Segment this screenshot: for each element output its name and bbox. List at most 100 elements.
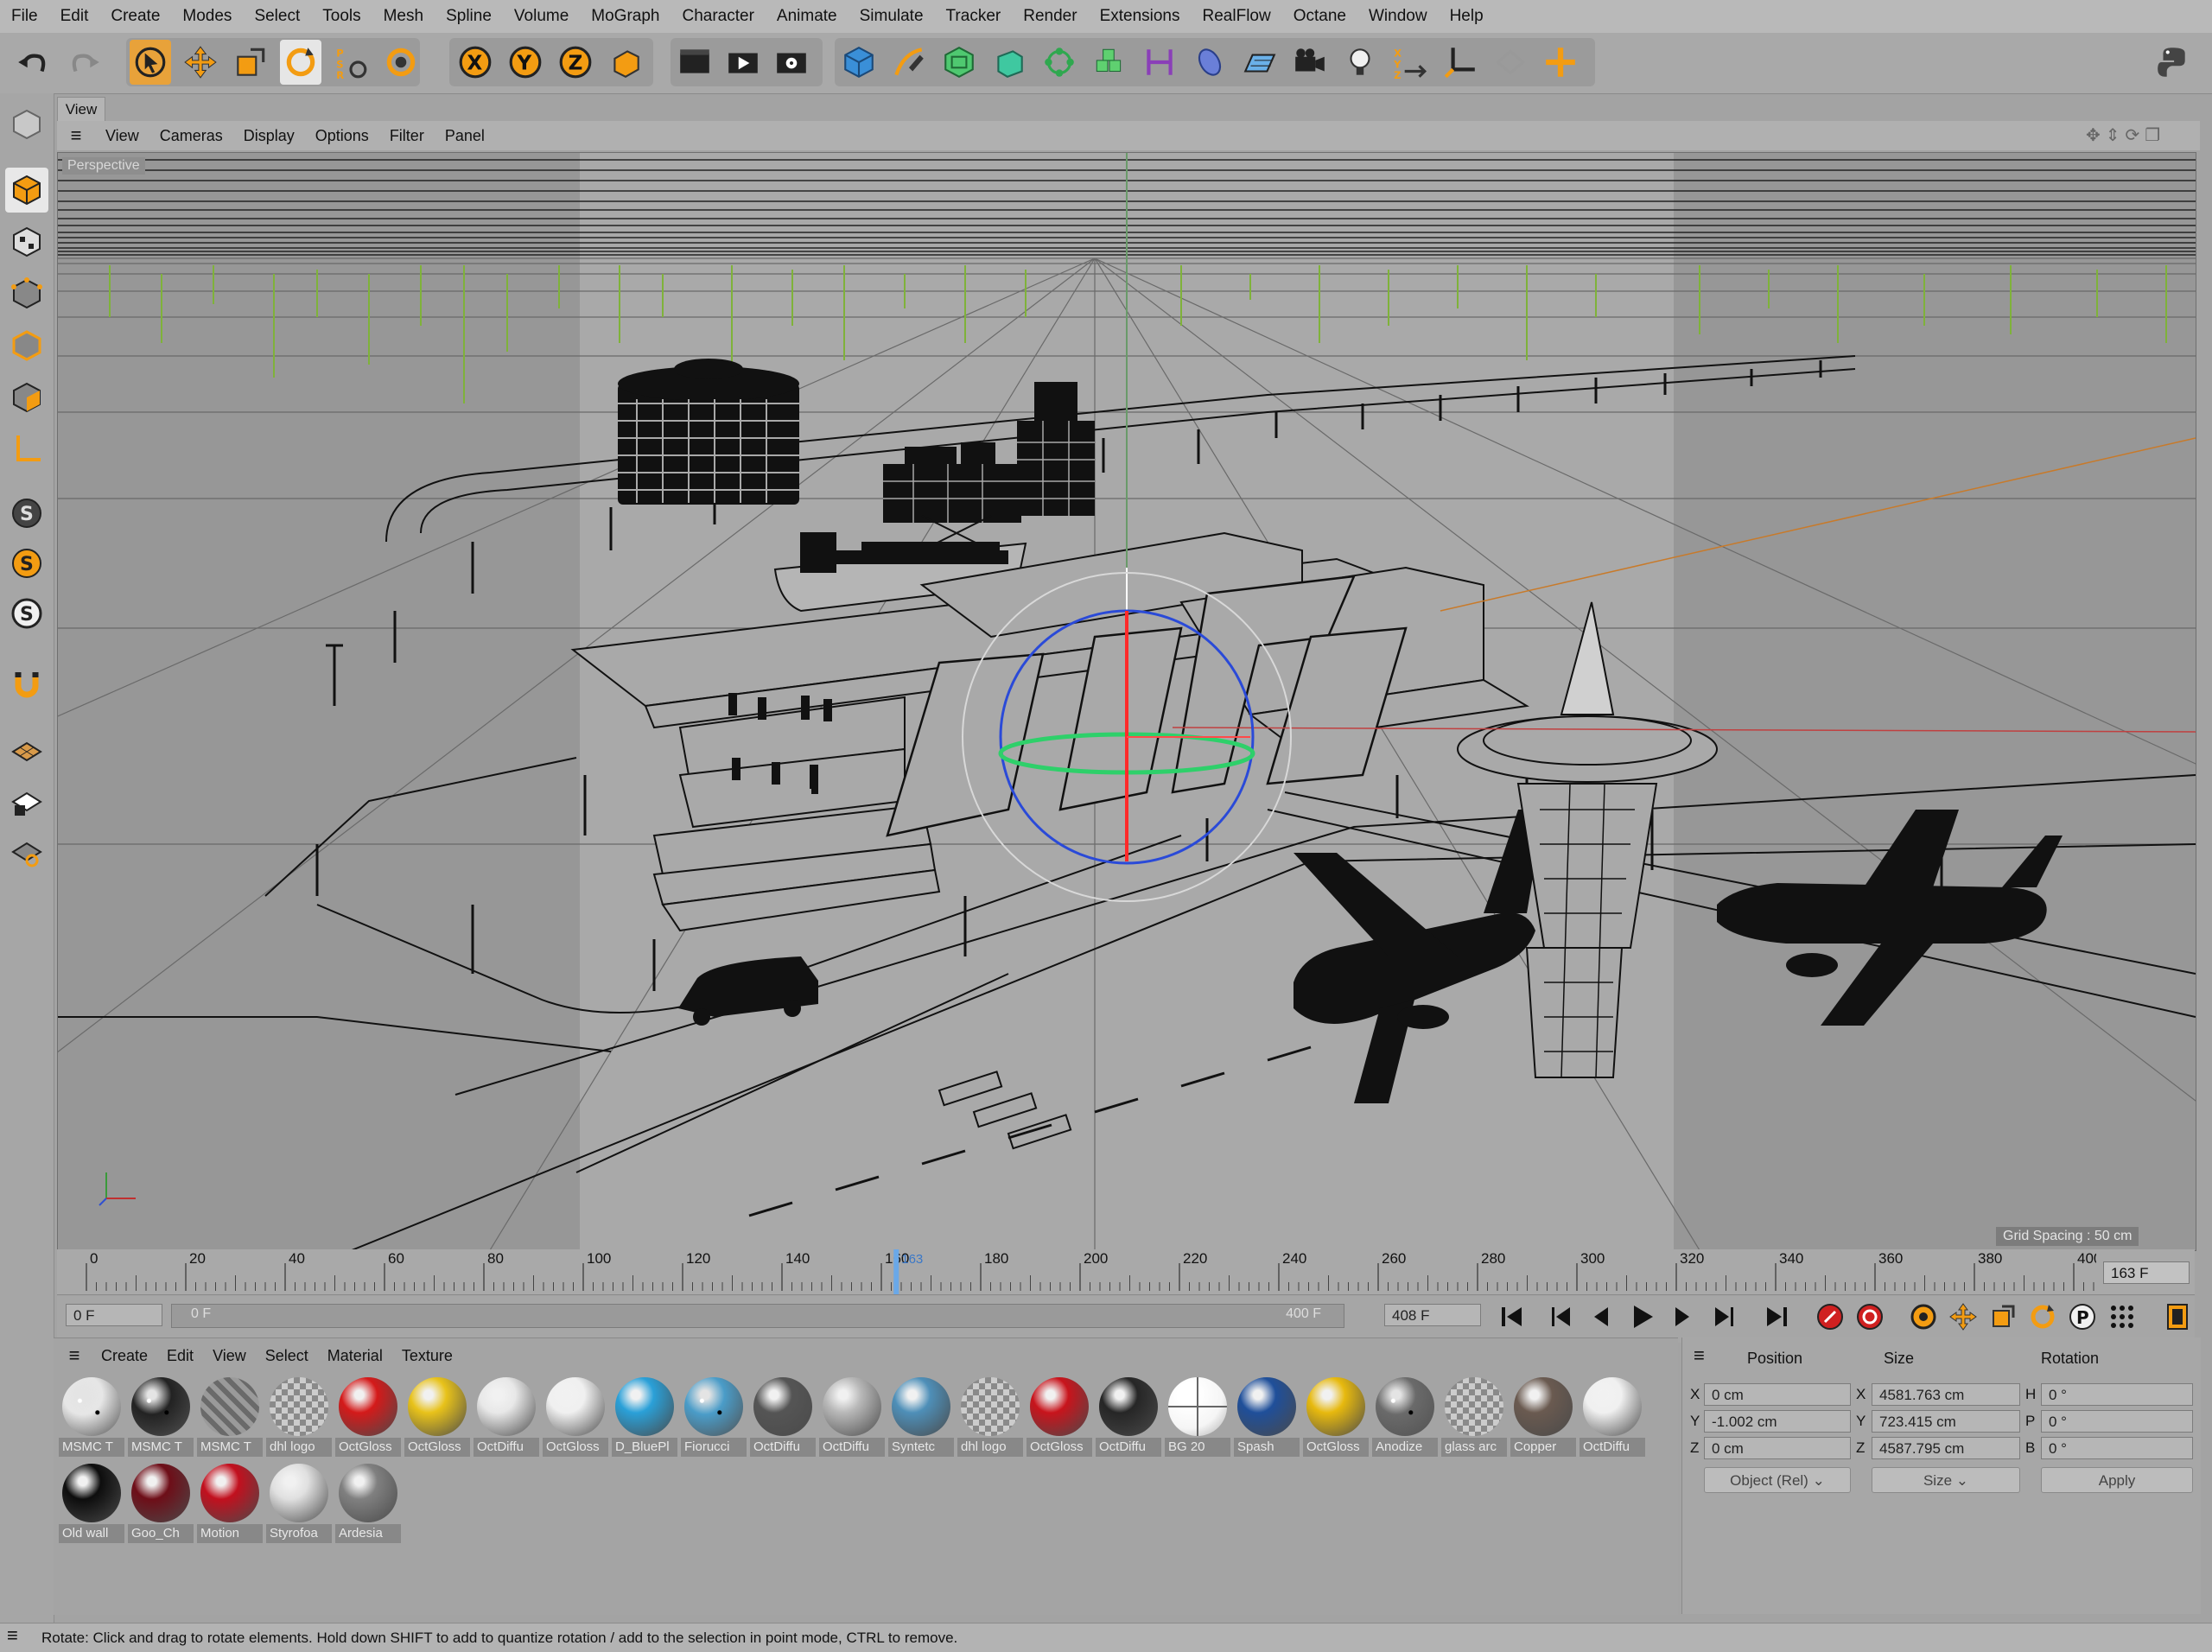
size-mode-dropdown[interactable]: Size ⌄ — [1872, 1467, 2020, 1493]
snapping-icon[interactable] — [1490, 40, 1531, 85]
view-menu-options[interactable]: Options — [305, 127, 379, 145]
material-swatch[interactable]: MSMC T — [128, 1376, 194, 1458]
solo-single-icon[interactable]: S — [5, 541, 48, 586]
add-object-icon[interactable] — [1540, 40, 1581, 85]
rotation-b-field[interactable]: 0 ° — [2041, 1437, 2193, 1459]
solo-hierarchy-icon[interactable]: S — [5, 591, 48, 636]
material-menu-create[interactable]: Create — [92, 1347, 157, 1365]
psr-tool-icon[interactable]: PSR — [330, 40, 372, 85]
scale-key-icon[interactable] — [1986, 1299, 2020, 1334]
material-menu-select[interactable]: Select — [256, 1347, 318, 1365]
menu-file[interactable]: File — [0, 7, 49, 26]
menu-character[interactable]: Character — [671, 7, 765, 26]
workplane-floor-icon[interactable] — [5, 729, 48, 774]
material-swatch[interactable]: OctDiffu — [1580, 1376, 1645, 1458]
start-frame-field[interactable]: 0 F — [66, 1304, 162, 1326]
material-swatch[interactable]: Styrofoa — [266, 1462, 332, 1545]
undo-button[interactable] — [12, 40, 54, 85]
orbit-view-icon[interactable]: ⟳ — [2126, 124, 2140, 147]
menu-modes[interactable]: Modes — [171, 7, 243, 26]
material-swatch[interactable]: Motion — [197, 1462, 263, 1545]
python-icon[interactable] — [2152, 40, 2193, 85]
hamburger-menu-icon[interactable]: ≡ — [57, 1344, 92, 1367]
previous-frame-icon[interactable] — [1585, 1299, 1619, 1334]
maximize-view-icon[interactable]: ❐ — [2145, 124, 2160, 147]
menu-select[interactable]: Select — [243, 7, 311, 26]
hamburger-menu-icon[interactable]: ≡ — [7, 1624, 18, 1647]
autokeying-icon[interactable] — [1853, 1299, 1887, 1334]
material-swatch[interactable]: OctGloss — [335, 1376, 401, 1458]
xyz-coordinates-icon[interactable]: XYZ — [1389, 40, 1431, 85]
material-swatch[interactable]: dhl logo — [266, 1376, 332, 1458]
solo-off-icon[interactable]: S — [5, 491, 48, 536]
go-to-start-icon[interactable] — [1495, 1299, 1529, 1334]
menu-realflow[interactable]: RealFlow — [1192, 7, 1282, 26]
menu-help[interactable]: Help — [1439, 7, 1495, 26]
y-axis-lock-icon[interactable]: Y — [505, 40, 546, 85]
selection-tool-icon[interactable] — [130, 40, 171, 85]
locked-workplane-icon[interactable] — [5, 779, 48, 824]
keyframe-selection-icon[interactable] — [1906, 1299, 1941, 1334]
rotation-h-field[interactable]: 0 ° — [2041, 1383, 2193, 1406]
go-to-end-icon[interactable] — [1759, 1299, 1794, 1334]
render-to-picture-viewer-icon[interactable] — [722, 40, 764, 85]
recent-tool-icon[interactable] — [380, 40, 422, 85]
deformer-icon[interactable] — [1089, 40, 1130, 85]
menu-create[interactable]: Create — [99, 7, 171, 26]
material-swatch[interactable]: Fiorucci — [681, 1376, 747, 1458]
menu-animate[interactable]: Animate — [766, 7, 849, 26]
camera-object-icon[interactable] — [1289, 40, 1331, 85]
playhead[interactable] — [893, 1249, 899, 1294]
rotation-p-field[interactable]: 0 ° — [2041, 1410, 2193, 1433]
x-axis-lock-icon[interactable]: X — [454, 40, 496, 85]
hamburger-menu-icon[interactable]: ≡ — [1694, 1344, 1705, 1367]
material-menu-texture[interactable]: Texture — [392, 1347, 462, 1365]
light-object-icon[interactable] — [1339, 40, 1381, 85]
view-menu-filter[interactable]: Filter — [379, 127, 435, 145]
material-swatch[interactable]: Goo_Ch — [128, 1462, 194, 1545]
menu-edit[interactable]: Edit — [49, 7, 100, 26]
menu-octane[interactable]: Octane — [1282, 7, 1357, 26]
timeline-ruler[interactable]: 0204060801001201401601802002202402602803… — [57, 1249, 2195, 1295]
view-menu-display[interactable]: Display — [233, 127, 305, 145]
menu-spline[interactable]: Spline — [435, 7, 503, 26]
next-frame-icon[interactable] — [1664, 1299, 1699, 1334]
apply-button[interactable]: Apply — [2041, 1467, 2193, 1493]
menu-simulate[interactable]: Simulate — [849, 7, 935, 26]
material-swatch[interactable]: OctGloss — [543, 1376, 608, 1458]
menu-mograph[interactable]: MoGraph — [580, 7, 671, 26]
coordinate-mode-dropdown[interactable]: Object (Rel) ⌄ — [1704, 1467, 1851, 1493]
material-swatch[interactable]: OctDiffu — [750, 1376, 816, 1458]
snap-magnet-icon[interactable] — [5, 660, 48, 705]
scale-tool-icon[interactable] — [230, 40, 271, 85]
material-swatch[interactable]: Ardesia — [335, 1462, 401, 1545]
material-swatch[interactable]: D_BluePl — [612, 1376, 677, 1458]
material-swatch[interactable]: Syntetc — [888, 1376, 954, 1458]
position-key-icon[interactable] — [1946, 1299, 1980, 1334]
subdivision-surface-icon[interactable] — [938, 40, 980, 85]
point-level-animation-icon[interactable] — [2105, 1299, 2139, 1334]
material-swatch[interactable]: Old wall — [59, 1462, 124, 1545]
menu-tracker[interactable]: Tracker — [935, 7, 1013, 26]
material-swatch[interactable]: BG 20 — [1165, 1376, 1230, 1458]
material-menu-material[interactable]: Material — [318, 1347, 392, 1365]
material-swatch[interactable]: glass arc — [1441, 1376, 1507, 1458]
render-settings-icon[interactable] — [771, 40, 812, 85]
material-swatch[interactable]: Copper — [1510, 1376, 1576, 1458]
parameter-key-icon[interactable]: P — [2065, 1299, 2100, 1334]
material-swatch[interactable]: OctDiffu — [474, 1376, 539, 1458]
render-view-icon[interactable] — [674, 40, 715, 85]
material-swatch[interactable]: OctDiffu — [1096, 1376, 1161, 1458]
material-swatch[interactable]: dhl logo — [957, 1376, 1023, 1458]
tab-view[interactable]: View — [57, 97, 105, 122]
menu-volume[interactable]: Volume — [503, 7, 580, 26]
material-swatch[interactable]: Anodize — [1372, 1376, 1438, 1458]
timeline-window-icon[interactable] — [2160, 1299, 2195, 1334]
bend-deformer-icon[interactable] — [1139, 40, 1180, 85]
edges-mode-icon[interactable] — [5, 323, 48, 368]
view-menu-view[interactable]: View — [95, 127, 149, 145]
material-swatch[interactable]: OctGloss — [1303, 1376, 1369, 1458]
material-swatch[interactable]: Spash — [1234, 1376, 1300, 1458]
menu-render[interactable]: Render — [1012, 7, 1088, 26]
axis-mode-icon[interactable] — [5, 427, 48, 472]
